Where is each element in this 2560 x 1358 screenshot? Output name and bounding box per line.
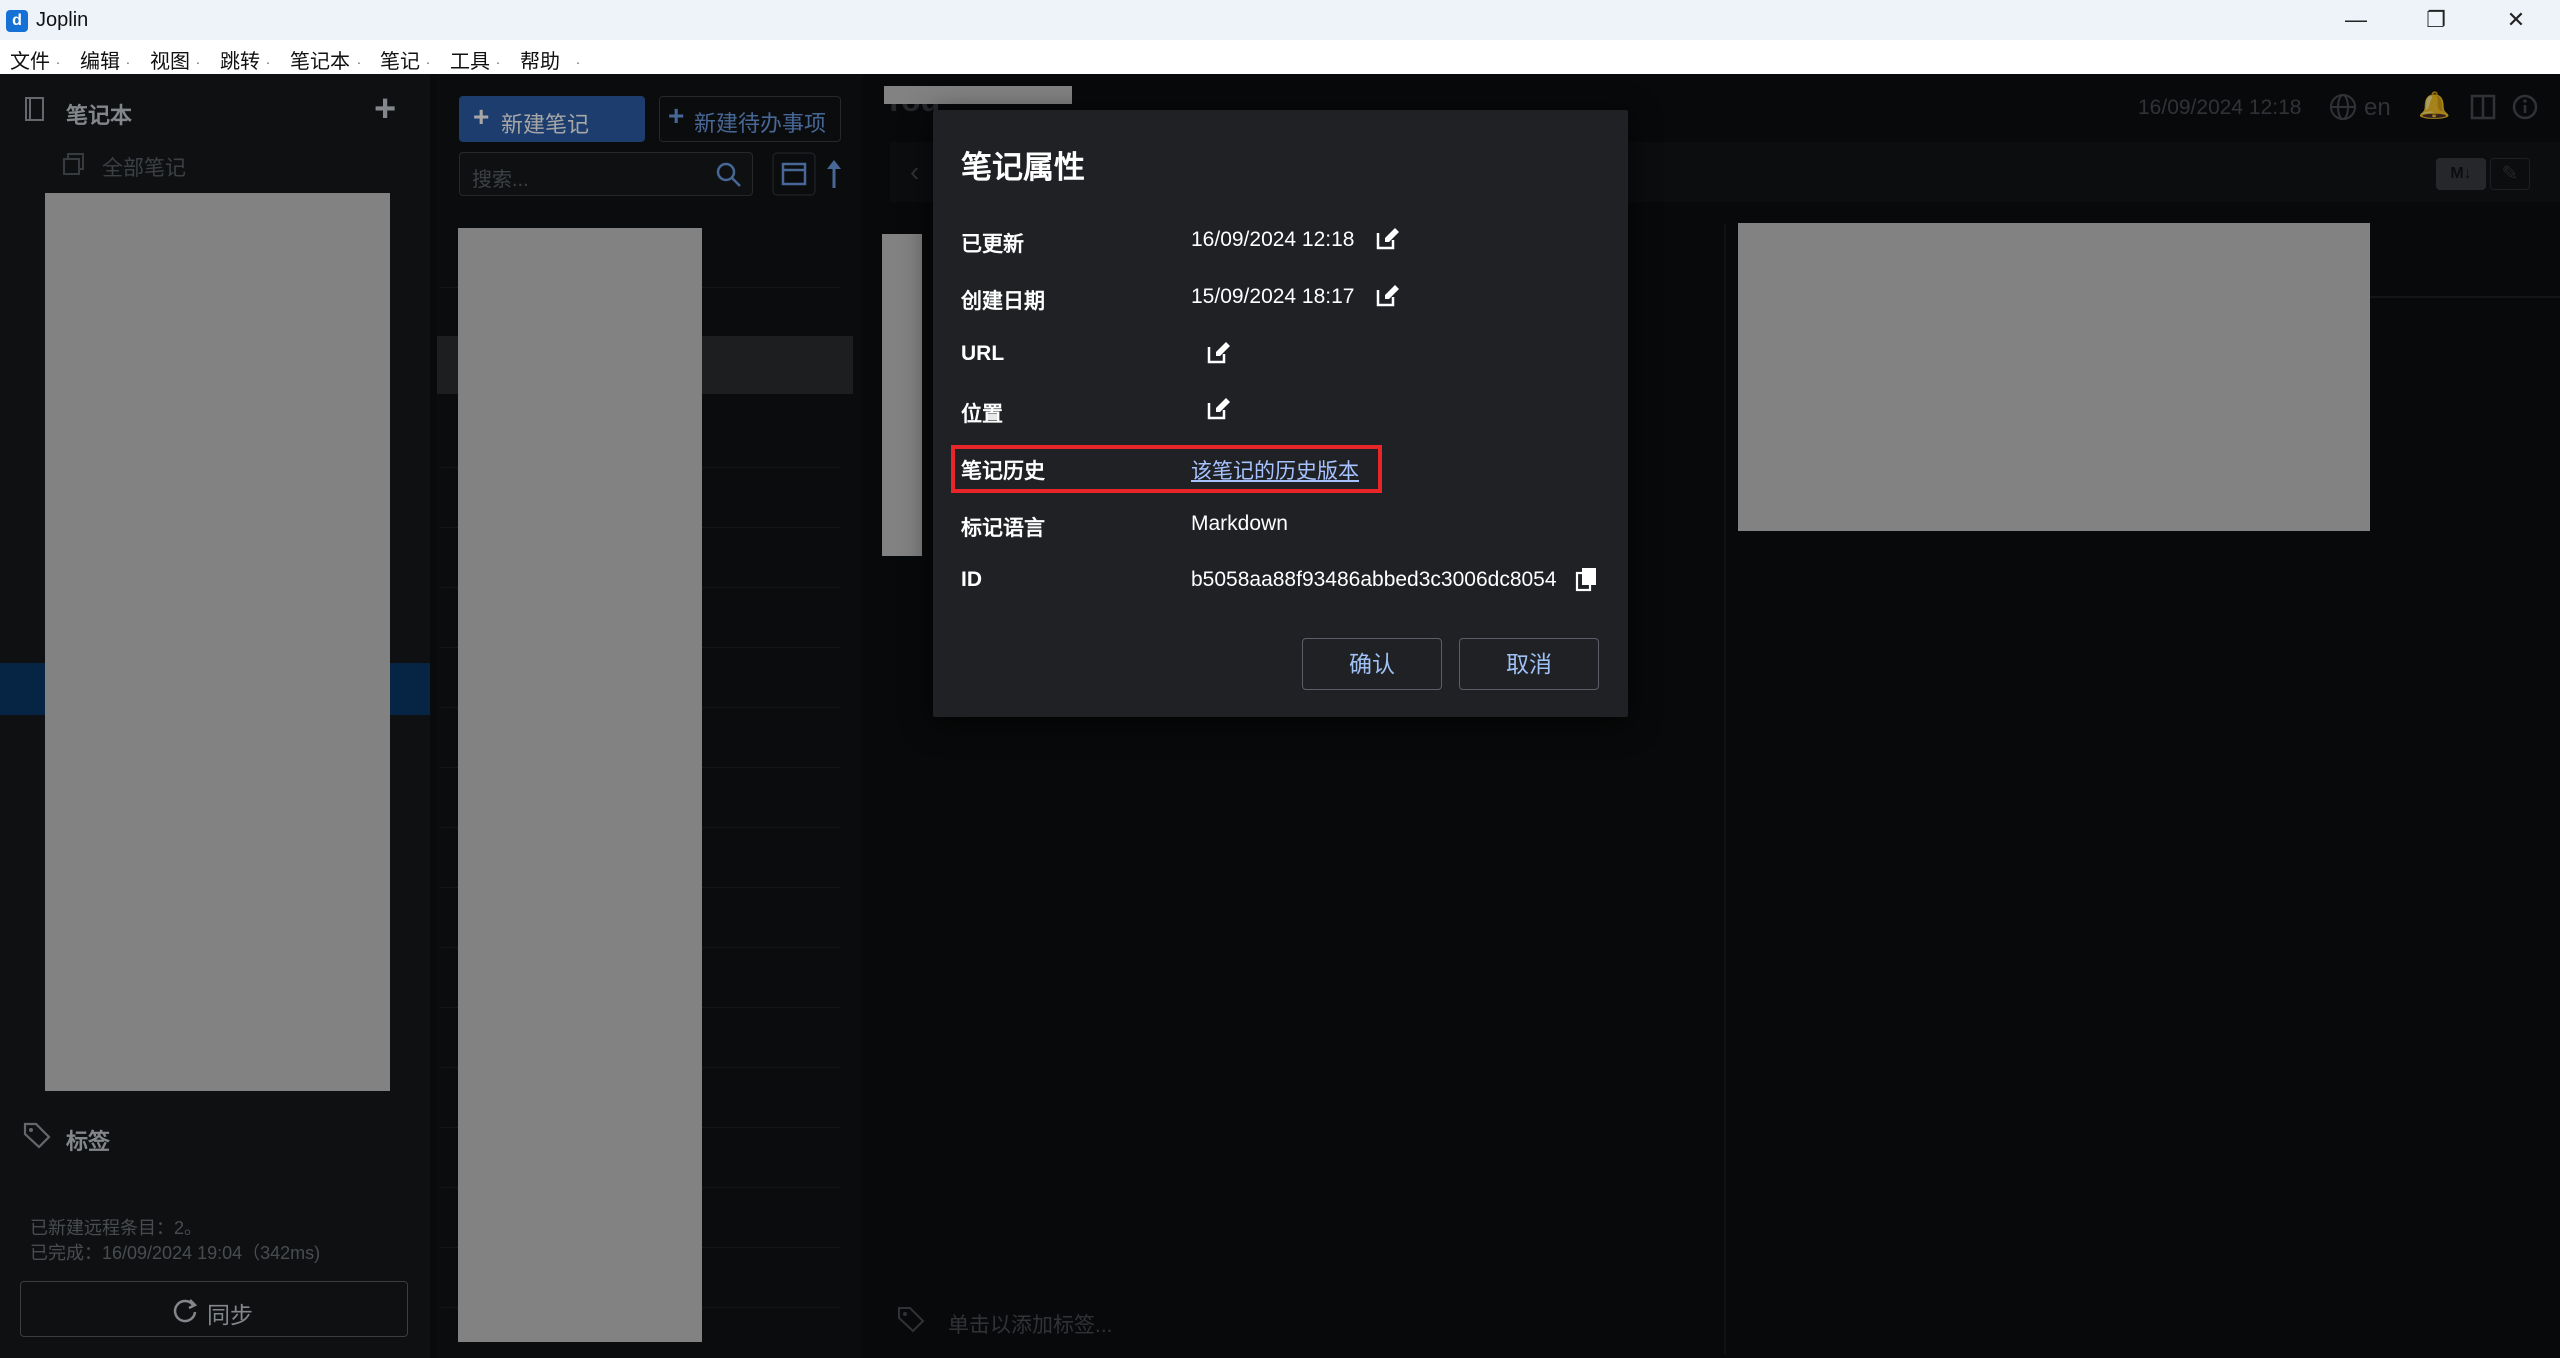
menu-bar: 文件 . 编辑 . 视图 . 跳转 . 笔记本 . 笔记 . 工具 . 帮助 . <box>0 40 2560 74</box>
window-title: Joplin <box>36 9 89 31</box>
prop-label-markup: 标记语言 <box>961 517 1045 540</box>
prop-label-url: URL <box>961 342 1005 365</box>
restore-icon[interactable]: ❐ <box>2398 0 2474 40</box>
dialog-title: 笔记属性 <box>961 150 1085 185</box>
copy-icon[interactable] <box>1574 566 1600 592</box>
menu-file[interactable]: 文件 <box>10 45 50 74</box>
prop-label-updated: 已更新 <box>961 233 1024 256</box>
title-bar: d Joplin — ❐ ✕ <box>0 0 2560 40</box>
prop-label-created: 创建日期 <box>961 290 1045 313</box>
menu-go[interactable]: 跳转 <box>220 45 260 74</box>
edit-created-icon[interactable] <box>1374 283 1400 309</box>
cancel-button[interactable]: 取消 <box>1459 638 1599 690</box>
confirm-button[interactable]: 确认 <box>1302 638 1442 690</box>
joplin-app-icon: d <box>6 10 28 32</box>
note-properties-dialog: 笔记属性 已更新 16/09/2024 12:18 创建日期 15/09/202… <box>933 110 1628 717</box>
close-icon[interactable]: ✕ <box>2478 0 2554 40</box>
menu-view[interactable]: 视图 <box>150 45 190 74</box>
note-history-link[interactable]: 该笔记的历史版本 <box>1191 455 1359 485</box>
menu-note[interactable]: 笔记 <box>380 45 420 74</box>
prop-label-history: 笔记历史 <box>961 460 1045 483</box>
menu-edit[interactable]: 编辑 <box>80 45 120 74</box>
edit-location-icon[interactable] <box>1205 396 1231 422</box>
edit-updated-icon[interactable] <box>1374 226 1400 252</box>
menu-notebook[interactable]: 笔记本 <box>290 45 350 74</box>
menu-help[interactable]: 帮助 <box>520 45 560 74</box>
prop-value-updated: 16/09/2024 12:18 <box>1191 228 1355 251</box>
minimize-icon[interactable]: — <box>2318 0 2394 40</box>
prop-label-location: 位置 <box>961 403 1003 426</box>
prop-value-markup: Markdown <box>1191 512 1288 535</box>
menu-tools[interactable]: 工具 <box>450 45 490 74</box>
prop-value-created: 15/09/2024 18:17 <box>1191 285 1355 308</box>
prop-label-id: ID <box>961 568 982 591</box>
edit-url-icon[interactable] <box>1205 340 1231 366</box>
prop-value-id: b5058aa88f93486abbed3c3006dc8054 <box>1191 568 1557 591</box>
